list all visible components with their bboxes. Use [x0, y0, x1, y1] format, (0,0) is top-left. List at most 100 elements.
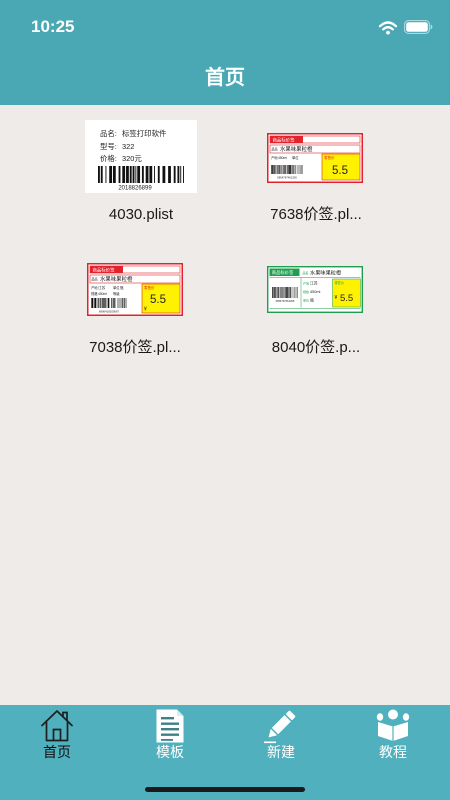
- document-icon: [156, 709, 184, 743]
- status-time: 10:25: [31, 17, 75, 36]
- label-field-key: 型号:: [100, 142, 117, 151]
- tab-label: 新建: [267, 744, 295, 760]
- tag-name-value: 水果味果粒橙: [280, 145, 313, 153]
- barcode-bar: [168, 166, 171, 183]
- barcode-bar: [274, 287, 276, 298]
- barcode-bar: [118, 166, 121, 183]
- template-item[interactable]: 商品标价签 品名 水果味果粒橙 产地 江苏 单位 瓶 规格 450ml 等级 零…: [60, 250, 210, 365]
- barcode-bar: [282, 165, 284, 174]
- barcode-bar: [287, 287, 289, 298]
- barcode-bar: [285, 165, 287, 174]
- barcode-bar: [120, 298, 122, 308]
- barcode-number: 6954767461306: [277, 175, 297, 179]
- barcode-number: 6954767461306: [276, 299, 295, 303]
- barcode-bar: [124, 298, 125, 308]
- barcode-bar: [271, 165, 273, 174]
- battery-icon: [404, 20, 433, 34]
- price-value: 5.5: [332, 165, 348, 177]
- barcode-bar: [272, 287, 274, 298]
- barcode-bar: [132, 166, 135, 183]
- barcode-bar: [98, 166, 100, 183]
- tag-unit-key: 单位: [292, 155, 299, 160]
- barcode-bar: [180, 166, 182, 183]
- tag-unit-value: 瓶: [120, 285, 124, 290]
- tab-bar: 首页 模板 新建 教程: [0, 705, 450, 800]
- label-field-value: 320元: [122, 154, 142, 163]
- template-thumbnail: 商品标价签 品名 水果味果粒橙 产地 450ml 单位 零售价 5.5 6954…: [267, 133, 363, 183]
- tab-label: 首页: [43, 744, 71, 760]
- reader-icon: [376, 709, 410, 741]
- barcode-bar: [287, 165, 288, 174]
- tag-origin-key: 产地: [303, 281, 309, 286]
- barcode-bar: [112, 166, 116, 183]
- barcode-bar: [290, 287, 291, 298]
- barcode-bar: [162, 166, 166, 183]
- home-icon: [41, 710, 73, 742]
- barcode-bar: [102, 298, 103, 308]
- barcode-bar: [145, 166, 149, 183]
- tag-name-key: 品名: [92, 277, 98, 282]
- template-item[interactable]: 商品标价签 品名 水果味果粒橙 6954767461306 产地 江苏 规格 4…: [241, 250, 391, 365]
- tab-new[interactable]: 新建: [236, 705, 326, 767]
- tag-unit-value: 瓶: [310, 298, 314, 303]
- barcode-bar: [103, 298, 105, 308]
- tag-header-text: 商品标价签: [272, 269, 294, 276]
- barcode-bar: [286, 287, 288, 298]
- barcode-bar: [108, 298, 109, 308]
- barcode-bar: [97, 298, 99, 308]
- barcode-bar: [177, 166, 180, 183]
- price-currency: ¥: [144, 307, 147, 313]
- barcode-bar: [104, 298, 106, 308]
- tag-spec-key: 规格: [303, 289, 309, 294]
- barcode-bar: [157, 166, 160, 183]
- barcode-bar: [288, 287, 290, 298]
- barcode-bar: [122, 166, 126, 183]
- tag-name-key: 品名: [303, 270, 309, 275]
- barcode-bar: [99, 298, 101, 308]
- pencil-icon: [264, 710, 296, 744]
- tab-home[interactable]: 首页: [12, 705, 102, 767]
- label-field-key: 价格:: [100, 154, 117, 163]
- home-indicator[interactable]: [145, 787, 305, 792]
- barcode-bar: [290, 165, 292, 174]
- app-header: 10:25 首页: [0, 0, 450, 105]
- tab-templates[interactable]: 模板: [125, 705, 215, 767]
- price-currency: ¥: [335, 295, 338, 301]
- tag-unit-key: 单位: [303, 298, 309, 303]
- barcode-bar: [273, 287, 275, 298]
- template-grid: 品名: 标签打印软件 型号: 322 价格: 320元 2018826899 4…: [0, 105, 450, 705]
- barcode-bar: [149, 166, 153, 183]
- barcode-bar: [100, 166, 103, 183]
- label-field-key: 品名:: [100, 129, 117, 138]
- barcode-bar: [273, 165, 275, 174]
- label-field-value: 322: [122, 142, 134, 151]
- barcode-bar: [95, 298, 96, 308]
- price-value: 5.5: [340, 293, 353, 304]
- tag-name-value: 水果味果粒橙: [310, 269, 342, 277]
- tag-spec-value: 450ml: [310, 290, 320, 294]
- barcode-bar: [141, 166, 144, 183]
- barcode-bar: [291, 165, 293, 174]
- tag-grade-key: 等级: [113, 291, 120, 296]
- template-item[interactable]: 商品标价签 品名 水果味果粒橙 产地 450ml 单位 零售价 5.5 6954…: [241, 115, 391, 230]
- barcode-bar: [279, 287, 281, 298]
- barcode-bar: [122, 298, 123, 308]
- price-key: 零售价: [335, 280, 345, 285]
- barcode-bar: [91, 298, 92, 308]
- barcode-bar: [137, 166, 141, 183]
- template-item[interactable]: 品名: 标签打印软件 型号: 322 价格: 320元 2018826899 4…: [66, 115, 216, 230]
- tab-tutorial[interactable]: 教程: [348, 705, 438, 767]
- barcode-bar: [93, 298, 95, 308]
- barcode-bar: [271, 165, 272, 174]
- tag-header-text: 商品标价签: [273, 136, 296, 143]
- price-key: 零售价: [144, 285, 155, 290]
- template-thumbnail: 品名: 标签打印软件 型号: 322 价格: 320元 2018826899: [85, 120, 197, 193]
- barcode-number: 6906418200067: [99, 309, 120, 313]
- barcode-bar: [109, 166, 113, 183]
- barcode-bar: [288, 165, 290, 174]
- barcode-bar: [278, 287, 280, 298]
- tag-origin-value: 江苏: [310, 281, 318, 286]
- tag-name-key: 品名: [272, 147, 278, 152]
- barcode-bar: [288, 165, 289, 174]
- barcode-bar: [276, 165, 278, 174]
